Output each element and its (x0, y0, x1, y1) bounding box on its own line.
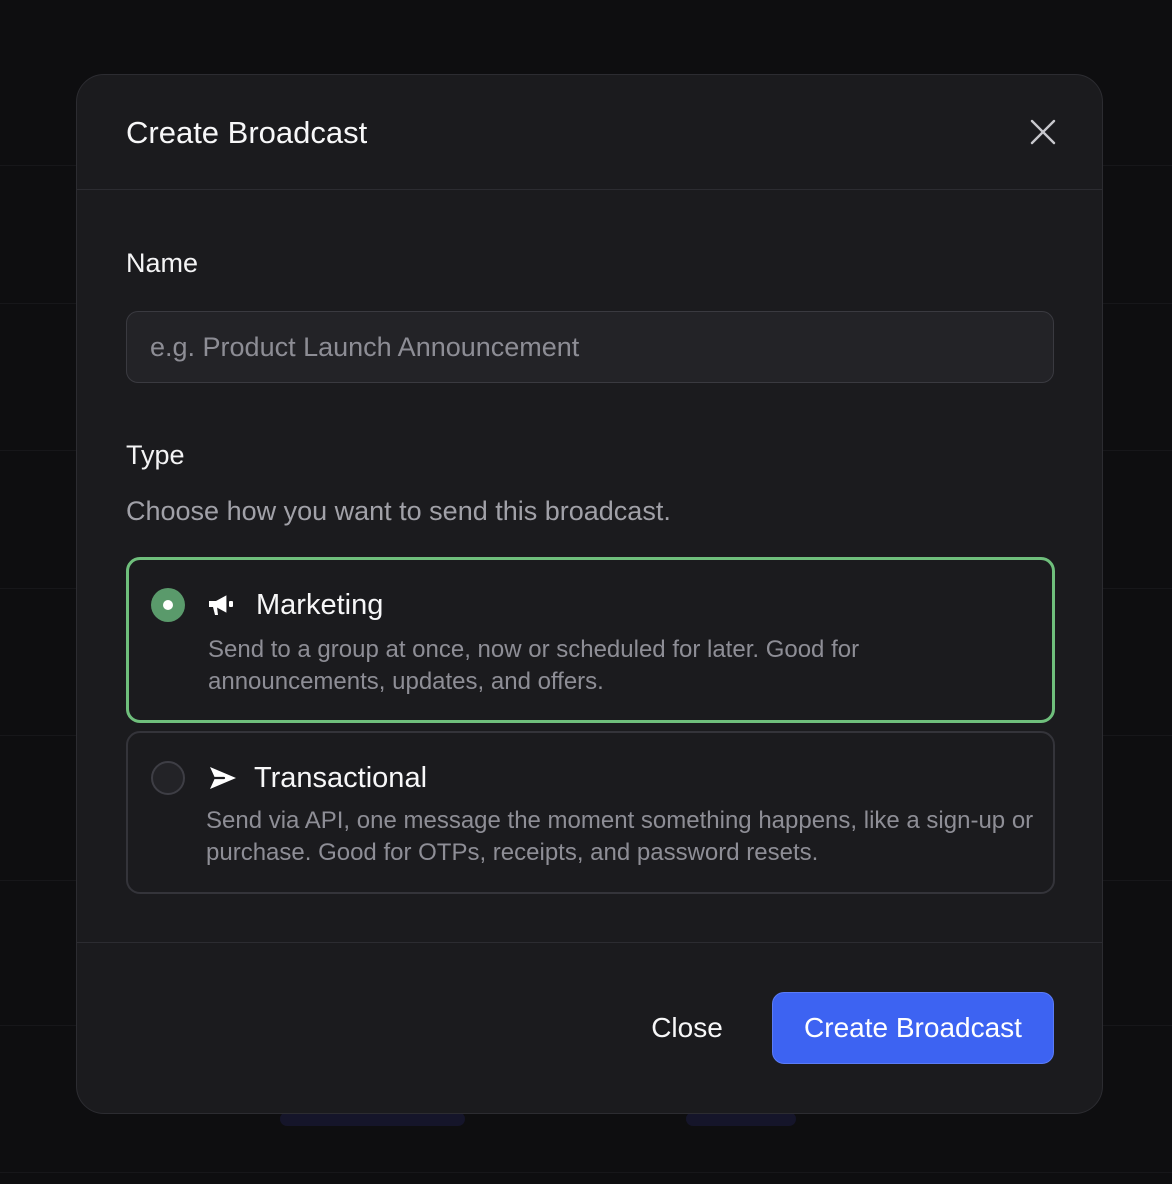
megaphone-icon (207, 592, 237, 618)
backdrop-divider (0, 1172, 1172, 1173)
marketing-description: Send to a group at once, now or schedule… (208, 636, 860, 695)
transactional-title: Transactional (254, 762, 428, 794)
footer-divider (77, 942, 1102, 943)
transactional-radio[interactable] (151, 761, 185, 795)
marketing-title: Marketing (256, 589, 384, 621)
name-input[interactable] (126, 311, 1054, 383)
backdrop-shape (686, 1112, 796, 1126)
create-broadcast-button[interactable]: Create Broadcast (772, 992, 1054, 1064)
marketing-radio[interactable] (151, 588, 185, 622)
name-label: Name (126, 248, 199, 278)
option-marketing[interactable]: Marketing Send to a group at once, now o… (126, 557, 1055, 723)
dialog-header: Create Broadcast (77, 75, 1102, 190)
option-transactional[interactable]: Transactional Send via API, one message … (126, 731, 1055, 894)
dialog-title: Create Broadcast (126, 115, 368, 150)
transactional-description: Send via API, one message the moment som… (206, 807, 1034, 866)
type-hint: Choose how you want to send this broadca… (126, 496, 671, 526)
send-icon (208, 765, 238, 791)
type-label: Type (126, 440, 185, 470)
backdrop-shape (280, 1112, 465, 1126)
close-icon[interactable] (1028, 117, 1058, 147)
close-button[interactable]: Close (625, 992, 749, 1064)
create-broadcast-dialog: Create Broadcast Name Type Choose how yo… (76, 74, 1103, 1114)
